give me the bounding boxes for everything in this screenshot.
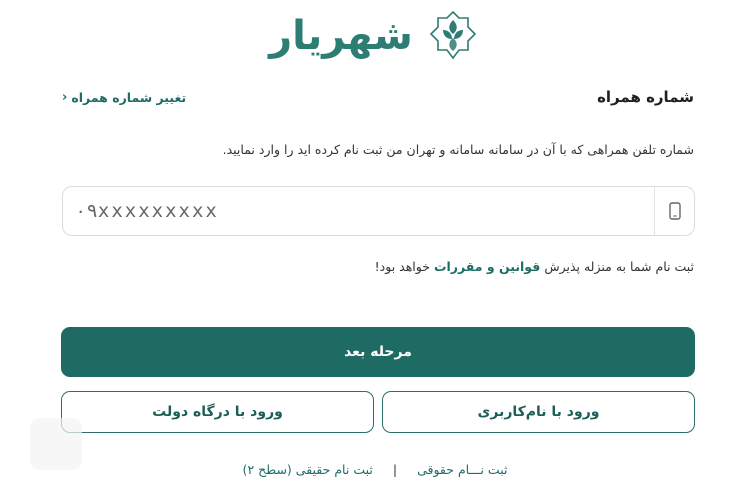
footer-links: ثبت نـــام حقوقی | ثبت نام حقیقی (سطح ۲) — [0, 459, 750, 479]
change-phone-label: تغییر شماره همراه — [71, 89, 187, 105]
login-username-button[interactable]: ورود با نام‌کاربری — [382, 391, 695, 433]
mobile-phone-icon — [654, 187, 694, 235]
terms-link[interactable]: قوانین و مقررات — [434, 259, 540, 274]
chevron-left-icon: ‹ — [62, 89, 68, 105]
terms-notice: ثبت نام شما به منزله پذیرش قوانین و مقرر… — [62, 259, 694, 274]
register-legal-link[interactable]: ثبت نـــام حقوقی — [417, 462, 507, 477]
login-page: شهریار شماره همراه تغییر شماره همراه ‹ ش… — [0, 0, 750, 500]
phone-section-header: شماره همراه تغییر شماره همراه ‹ — [62, 84, 694, 110]
phone-hint: شماره تلفن همراهی که با آن در سامانه سام… — [222, 142, 694, 157]
logo-emblem-icon — [429, 10, 476, 60]
phone-input[interactable] — [63, 187, 654, 235]
terms-text-before: ثبت نام شما به منزله پذیرش — [544, 259, 694, 274]
section-title: شماره همراه — [597, 88, 694, 106]
next-step-button[interactable]: مرحله بعد — [61, 327, 695, 377]
phone-field[interactable] — [62, 186, 695, 236]
register-real-link[interactable]: ثبت نام حقیقی (سطح ۲) — [243, 462, 373, 477]
logo: شهریار — [0, 6, 750, 66]
logo-text: شهریار — [269, 13, 413, 59]
change-phone-link[interactable]: تغییر شماره همراه ‹ — [62, 90, 186, 105]
login-gov-button[interactable]: ورود با درگاه دولت — [61, 391, 374, 433]
terms-text-after: خواهد بود! — [374, 259, 430, 274]
footer-separator: | — [392, 461, 398, 477]
